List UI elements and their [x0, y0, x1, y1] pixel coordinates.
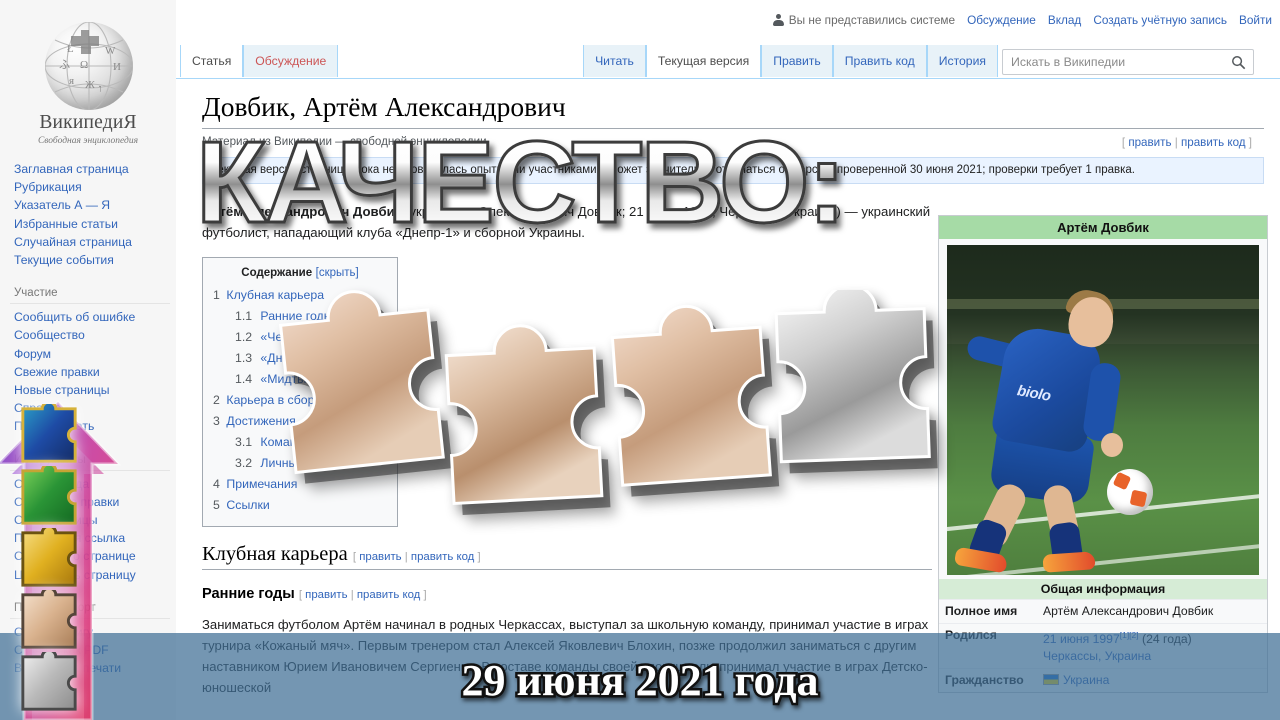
anon-user-label: Вы не представились системе [772, 13, 956, 27]
personal-link-create-acct[interactable]: Создать учётную запись [1093, 13, 1227, 27]
puzzle-piece-yellow-icon [21, 528, 77, 587]
sidebar-item-categories[interactable]: Рубрикация [10, 178, 176, 196]
football-icon [1107, 469, 1153, 515]
view-tabs: Читать Текущая версия Править Править ко… [583, 45, 998, 77]
overlay-title-text: КАЧЕСТВО: [195, 123, 1086, 242]
infobox-row: Полное имя Артём Александрович Довбик [939, 599, 1267, 623]
puzzle-piece-large-2 [444, 324, 611, 516]
bracket-open: [ [1121, 136, 1126, 149]
tab-edit-source[interactable]: Править код [832, 45, 927, 77]
personal-link-discussion[interactable]: Обсуждение [967, 13, 1036, 27]
edit-links-top: [ править | править код ] [1122, 136, 1252, 149]
sidebar-item-main-page[interactable]: Заглавная страница [10, 160, 176, 178]
sidebar-item-new-pages[interactable]: Новые страницы [10, 381, 176, 399]
infobox-section-general: Общая информация [939, 579, 1267, 599]
bracket-pipe: | [350, 589, 354, 601]
subsection-edit-links: [ править | править код ] [299, 589, 427, 601]
edit-source-link[interactable]: править код [1181, 136, 1246, 149]
tab-article[interactable]: Статья [180, 45, 244, 77]
edit-source-link[interactable]: править код [357, 589, 420, 601]
overlay-date-text: 29 июня 2021 года [459, 654, 821, 708]
toc-number: 1.1 [235, 309, 253, 323]
sidebar-item-report-bug[interactable]: Сообщить об ошибке [10, 308, 176, 326]
infobox-key: Полное имя [945, 604, 1018, 618]
bracket-close: ] [1248, 136, 1252, 149]
tab-discussion[interactable]: Обсуждение [243, 45, 339, 77]
toc-number: 3.2 [235, 456, 253, 470]
personal-tools-bar: Вы не представились системе Обсуждение В… [772, 10, 1272, 30]
infobox-value: Артём Александрович Довбик [1043, 604, 1214, 618]
sidebar-item-random[interactable]: Случайная страница [10, 233, 176, 251]
puzzle-piece-large-1 [278, 290, 453, 484]
sidebar-item-forum[interactable]: Форум [10, 345, 176, 363]
svg-text:Ж: Ж [85, 79, 95, 91]
svg-text:ו: ו [99, 83, 102, 95]
toc-number: 3.1 [235, 435, 253, 449]
personal-link-contrib[interactable]: Вклад [1048, 13, 1082, 27]
toc-title-text: Содержание [241, 267, 313, 279]
tab-underline [176, 78, 1280, 79]
sidebar-item-recent-changes[interactable]: Свежие правки [10, 363, 176, 381]
toc-number: 4 [213, 477, 220, 491]
toc-number: 1.3 [235, 351, 253, 365]
sidebar-item-index[interactable]: Указатель А — Я [10, 196, 176, 214]
sidebar-item-current-events[interactable]: Текущие события [10, 251, 176, 269]
namespace-tabs: Статья Обсуждение [180, 45, 339, 77]
toc-number: 1.4 [235, 372, 253, 386]
personal-link-login[interactable]: Войти [1239, 13, 1272, 27]
toc-toggle[interactable]: [скрыть] [316, 267, 359, 279]
puzzle-piece-large-4 [774, 283, 938, 474]
tab-history[interactable]: История [926, 45, 998, 77]
large-puzzle-strip-overlay [270, 283, 1010, 555]
search-input[interactable] [1011, 50, 1223, 74]
wikipedia-globe-icon: WΩ ŁИ Жя וふ [45, 22, 133, 110]
tab-read[interactable]: Читать [583, 45, 646, 77]
search-box[interactable] [1002, 49, 1254, 75]
toc-title: Содержание [скрыть] [213, 265, 387, 279]
puzzle-piece-large-3 [610, 304, 780, 497]
svg-text:я: я [69, 75, 74, 87]
puzzle-piece-blue-icon [21, 404, 77, 463]
toc-number: 5 [213, 498, 220, 512]
sidebar-heading-participation: Участие [10, 281, 170, 305]
puzzle-piece-green-icon [21, 466, 77, 525]
logo-title: ВикипедиЯ [39, 112, 137, 133]
svg-text:И: И [113, 61, 121, 73]
anon-label-text: Вы не представились системе [788, 13, 956, 27]
screenshot-root: WΩ ŁИ Жя וふ ВикипедиЯ Свободная энциклоп… [0, 0, 1280, 720]
puzzle-piece-tan-icon [21, 590, 77, 649]
player-boot-right [1042, 551, 1096, 573]
wikipedia-logo[interactable]: WΩ ŁИ Жя וふ ВикипедиЯ Свободная энциклоп… [0, 0, 176, 160]
nav-spacer-1 [10, 269, 176, 281]
toc-label: Ссылки [226, 498, 270, 512]
svg-text:ふ: ふ [59, 58, 70, 71]
toc-number: 3 [213, 414, 220, 428]
bracket-close: ] [423, 589, 427, 601]
svg-text:W: W [105, 45, 116, 57]
bracket-open: [ [298, 589, 302, 601]
toc-number: 1 [213, 288, 220, 302]
bracket-pipe: | [1174, 136, 1178, 149]
toc-number: 2 [213, 393, 220, 407]
player-hand [1101, 433, 1123, 457]
user-icon [772, 14, 784, 26]
subsection-heading-text: Ранние годы [202, 586, 295, 602]
edit-link[interactable]: править [305, 589, 347, 601]
toc-number: 1.2 [235, 330, 253, 344]
sidebar-item-featured[interactable]: Избранные статьи [10, 215, 176, 233]
tab-current-version[interactable]: Текущая версия [645, 45, 762, 77]
svg-text:Ω: Ω [80, 59, 88, 71]
sidebar-item-community[interactable]: Сообщество [10, 326, 176, 344]
logo-subtitle: Свободная энциклопедия [37, 136, 139, 146]
edit-link[interactable]: править [1128, 136, 1171, 149]
search-icon[interactable] [1231, 55, 1246, 70]
tab-edit[interactable]: Править [761, 45, 833, 77]
